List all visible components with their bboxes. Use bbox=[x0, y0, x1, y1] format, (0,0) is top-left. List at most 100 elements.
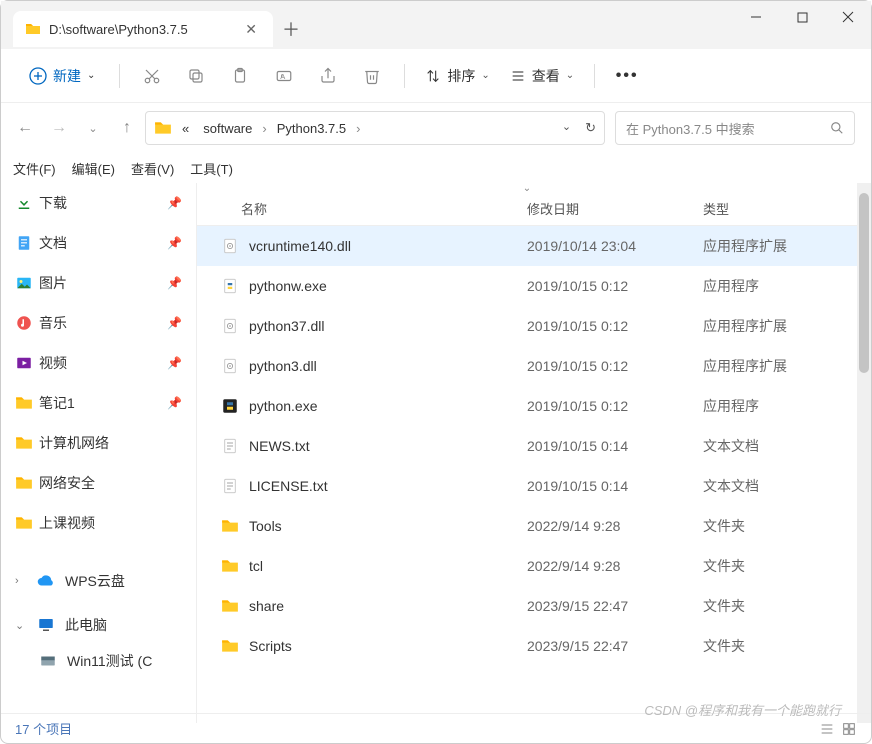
sidebar-item[interactable]: 视频📌 bbox=[1, 343, 196, 383]
folder-icon bbox=[15, 514, 33, 532]
menu-tools[interactable]: 工具(T) bbox=[190, 159, 233, 178]
pyexe-icon bbox=[221, 277, 239, 295]
file-name: tcl bbox=[249, 558, 263, 574]
file-name: python.exe bbox=[249, 398, 318, 414]
dll-icon bbox=[221, 237, 239, 255]
file-row[interactable]: python.exe2019/10/15 0:12应用程序 bbox=[197, 386, 857, 426]
view-button[interactable]: 查看 ⌄ bbox=[502, 66, 582, 86]
column-type[interactable]: 类型 bbox=[703, 199, 857, 218]
minimize-button[interactable] bbox=[733, 1, 779, 33]
file-date: 2019/10/15 0:14 bbox=[527, 438, 703, 454]
file-name: share bbox=[249, 598, 284, 614]
share-button[interactable] bbox=[308, 58, 348, 94]
delete-button[interactable] bbox=[352, 58, 392, 94]
window-tab[interactable]: D:\software\Python3.7.5 ✕ bbox=[13, 11, 273, 47]
column-headers: 名称 修改日期 类型 bbox=[197, 192, 857, 226]
maximize-button[interactable] bbox=[779, 1, 825, 33]
file-date: 2019/10/14 23:04 bbox=[527, 238, 703, 254]
file-date: 2022/9/14 9:28 bbox=[527, 518, 703, 534]
sidebar-item-label: 视频 bbox=[39, 353, 67, 373]
close-button[interactable] bbox=[825, 1, 871, 33]
file-row[interactable]: Scripts2023/9/15 22:47文件夹 bbox=[197, 626, 857, 666]
separator bbox=[404, 64, 405, 88]
scrollbar[interactable] bbox=[857, 183, 871, 723]
file-row[interactable]: python3.dll2019/10/15 0:12应用程序扩展 bbox=[197, 346, 857, 386]
rename-button[interactable]: A bbox=[264, 58, 304, 94]
pin-icon: 📌 bbox=[167, 236, 182, 250]
address-bar[interactable]: « software › Python3.7.5 › ⌄ ↻ bbox=[145, 111, 605, 145]
menu-view[interactable]: 查看(V) bbox=[131, 159, 174, 178]
chevron-down-icon: ⌄ bbox=[87, 70, 95, 81]
file-date: 2019/10/15 0:12 bbox=[527, 278, 703, 294]
title-bar: D:\software\Python3.7.5 ✕ ＋ bbox=[1, 1, 871, 49]
file-row[interactable]: tcl2022/9/14 9:28文件夹 bbox=[197, 546, 857, 586]
file-row[interactable]: NEWS.txt2019/10/15 0:14文本文档 bbox=[197, 426, 857, 466]
more-button[interactable]: ••• bbox=[607, 58, 647, 94]
tree-thispc[interactable]: ⌄ 此电脑 bbox=[1, 607, 196, 643]
grid-view-icon[interactable] bbox=[841, 721, 857, 737]
cut-button[interactable] bbox=[132, 58, 172, 94]
sidebar-item[interactable]: 上课视频 bbox=[1, 503, 196, 543]
pic-icon bbox=[15, 274, 33, 292]
txt-icon bbox=[221, 477, 239, 495]
tree-wps[interactable]: › WPS云盘 bbox=[1, 563, 196, 599]
watermark: CSDN @程序和我有一个能跑就行 bbox=[644, 700, 841, 719]
file-row[interactable]: python37.dll2019/10/15 0:12应用程序扩展 bbox=[197, 306, 857, 346]
file-panel: ⌄ 名称 修改日期 类型 vcruntime140.dll2019/10/14 … bbox=[197, 183, 871, 723]
file-row[interactable]: Tools2022/9/14 9:28文件夹 bbox=[197, 506, 857, 546]
pin-icon: 📌 bbox=[167, 196, 182, 210]
doc-icon bbox=[15, 234, 33, 252]
file-row[interactable]: share2023/9/15 22:47文件夹 bbox=[197, 586, 857, 626]
file-type: 应用程序扩展 bbox=[703, 236, 857, 256]
file-date: 2019/10/15 0:12 bbox=[527, 318, 703, 334]
paste-button[interactable] bbox=[220, 58, 260, 94]
menu-file[interactable]: 文件(F) bbox=[13, 159, 56, 178]
sidebar-item-label: 计算机网络 bbox=[39, 433, 109, 453]
file-row[interactable]: vcruntime140.dll 2019/10/14 23:04应用程序扩展 bbox=[197, 226, 857, 266]
tab-close-icon[interactable]: ✕ bbox=[241, 21, 261, 38]
sidebar-item[interactable]: 下载 📌 bbox=[1, 183, 196, 223]
search-input[interactable]: 在 Python3.7.5 中搜索 bbox=[615, 111, 855, 145]
tree-drive[interactable]: Win11测试 (C bbox=[1, 643, 196, 679]
sidebar-item[interactable]: 文档📌 bbox=[1, 223, 196, 263]
breadcrumb-seg[interactable]: Python3.7.5 bbox=[273, 119, 350, 138]
up-button[interactable]: ↑ bbox=[119, 119, 135, 137]
new-tab-button[interactable]: ＋ bbox=[273, 11, 309, 47]
sidebar-item[interactable]: 笔记1📌 bbox=[1, 383, 196, 423]
file-row[interactable]: pythonw.exe2019/10/15 0:12应用程序 bbox=[197, 266, 857, 306]
details-view-icon[interactable] bbox=[819, 721, 835, 737]
sort-button[interactable]: 排序 ⌄ bbox=[417, 66, 497, 86]
file-row[interactable]: LICENSE.txt2019/10/15 0:14文本文档 bbox=[197, 466, 857, 506]
sidebar-item[interactable]: 网络安全 bbox=[1, 463, 196, 503]
history-dropdown-icon[interactable]: ⌄ bbox=[562, 120, 571, 136]
forward-button[interactable]: → bbox=[51, 119, 67, 137]
sidebar-item-label: 下载 bbox=[39, 193, 67, 213]
address-actions: ⌄ ↻ bbox=[562, 120, 596, 136]
column-name[interactable]: 名称 bbox=[197, 199, 527, 218]
sidebar-item[interactable]: 音乐📌 bbox=[1, 303, 196, 343]
sidebar-item[interactable]: 计算机网络 bbox=[1, 423, 196, 463]
folder-icon bbox=[25, 21, 41, 37]
new-label: 新建 bbox=[53, 66, 81, 86]
breadcrumb-seg[interactable]: software bbox=[199, 119, 256, 138]
file-name: vcruntime140.dll bbox=[249, 238, 351, 254]
file-list: ⌄ 名称 修改日期 类型 vcruntime140.dll2019/10/14 … bbox=[197, 183, 857, 723]
pyexe2-icon bbox=[221, 397, 239, 415]
breadcrumb-prefix: « bbox=[178, 119, 193, 138]
tree-label: WPS云盘 bbox=[65, 571, 125, 591]
txt-icon bbox=[221, 437, 239, 455]
new-button[interactable]: 新建 ⌄ bbox=[17, 60, 107, 92]
menu-edit[interactable]: 编辑(E) bbox=[72, 159, 115, 178]
back-button[interactable]: ← bbox=[17, 119, 33, 137]
column-date-label: 修改日期 bbox=[527, 202, 579, 217]
sidebar-item[interactable]: 图片📌 bbox=[1, 263, 196, 303]
scrollbar-thumb[interactable] bbox=[859, 193, 869, 373]
folder-icon bbox=[221, 557, 239, 575]
recent-dropdown[interactable]: ⌄ bbox=[85, 122, 101, 135]
sidebar: 下载📌文档📌图片📌音乐📌视频📌笔记1📌计算机网络网络安全上课视频 › WPS云盘… bbox=[1, 183, 197, 723]
column-type-label: 类型 bbox=[703, 202, 729, 217]
copy-button[interactable] bbox=[176, 58, 216, 94]
plus-circle-icon bbox=[29, 67, 47, 85]
refresh-icon[interactable]: ↻ bbox=[585, 120, 596, 136]
column-date[interactable]: 修改日期 bbox=[527, 199, 703, 218]
